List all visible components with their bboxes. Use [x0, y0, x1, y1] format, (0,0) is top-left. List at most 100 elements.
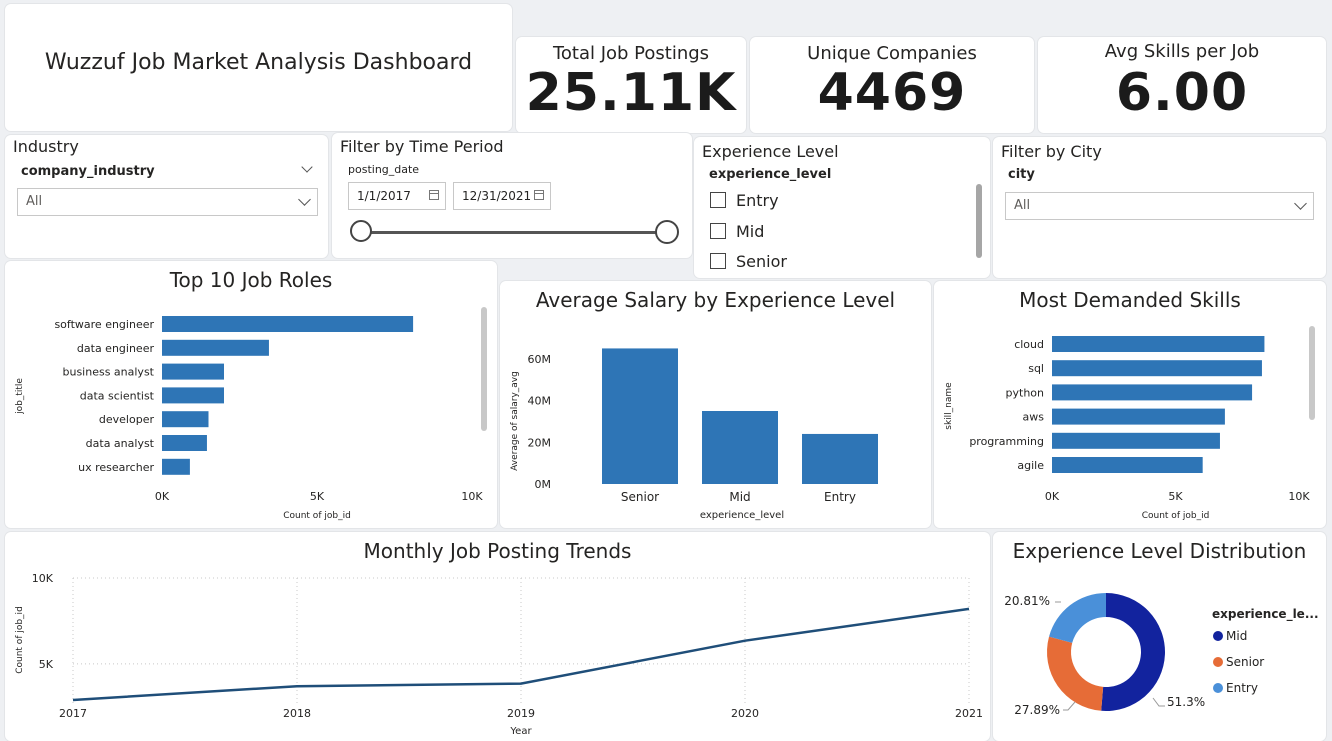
demanded-skills-plot: cloud sql python aws programming agile 0K 5K 10K… [944, 336, 1310, 521]
checkbox[interactable] [710, 223, 726, 239]
leader-line [1152, 697, 1165, 707]
kpi-label: Unique Companies [807, 43, 977, 64]
start-date-input[interactable]: 1/1/2017 [348, 182, 446, 210]
bar [162, 363, 224, 380]
legend-swatch [1213, 657, 1223, 667]
bar [1052, 432, 1220, 449]
y-axis-label: skill_name [944, 382, 954, 430]
x-tick-label: 2021 [955, 707, 983, 720]
y-tick-label: 0M [535, 478, 552, 491]
legend-swatch [1213, 631, 1223, 641]
category-label: data engineer [77, 342, 155, 355]
category-label: sql [1028, 362, 1044, 375]
kpi-value: 4469 [817, 63, 967, 123]
x-tick-label: 10K [461, 490, 483, 503]
legend-label: Senior [1226, 655, 1264, 669]
x-axis-label: Count of job_id [1142, 511, 1210, 521]
x-tick-label: 0K [155, 490, 170, 503]
chevron-down-icon[interactable] [301, 161, 313, 173]
industry-dropdown[interactable]: All [17, 188, 318, 216]
bar [802, 433, 878, 484]
x-axis-label: experience_level [700, 510, 784, 521]
bar [1052, 457, 1203, 473]
calendar-icon[interactable] [534, 190, 544, 200]
checkbox[interactable] [710, 253, 726, 269]
slicer-field-name: company_industry [21, 164, 155, 179]
calendar-icon[interactable] [429, 190, 439, 200]
category-label: python [1006, 386, 1045, 399]
experience-option-senior[interactable]: Senior [710, 252, 787, 271]
bar [162, 316, 414, 332]
data-label: 51.3% [1167, 695, 1205, 709]
experience-distribution-plot: 51.3% 27.89% 20.81% experience_le... Mid Seni… [1004, 593, 1319, 717]
category-label: aws [1023, 411, 1045, 424]
demanded-skills-chart: Most Demanded Skills cloud sql python aws pr… [934, 281, 1326, 528]
category-label: business analyst [62, 366, 154, 379]
category-label: agile [1017, 459, 1044, 472]
experience-option-mid[interactable]: Mid [710, 222, 764, 241]
end-date-input[interactable]: 12/31/2021 [453, 182, 551, 210]
chart-scrollbar[interactable] [481, 307, 487, 431]
x-tick-label: 2018 [283, 707, 311, 720]
option-label: Senior [736, 252, 787, 271]
kpi-label: Avg Skills per Job [1104, 41, 1260, 62]
y-axis-label: Average of salary_avg [510, 371, 520, 471]
donut-slice [1047, 636, 1104, 711]
city-dropdown[interactable]: All [1005, 192, 1314, 220]
bar [602, 348, 678, 484]
y-axis-label: job_title [15, 378, 25, 415]
x-tick-label: 5K [310, 490, 325, 503]
slicer-title: Filter by City [1001, 142, 1102, 161]
y-tick-label: 40M [528, 395, 552, 408]
avg-salary-plot: 0M 20M 40M 60M Senior Mid Entry experience_leve… [510, 348, 878, 521]
experience-level-slicer: Experience Level experience_level Entry … [694, 137, 990, 278]
range-slider-end-handle[interactable] [655, 220, 679, 244]
avg-salary-chart: Average Salary by Experience Level 0M 20M… [500, 281, 931, 528]
leader-line [1063, 701, 1076, 711]
y-tick-label: 5K [39, 658, 54, 671]
bar [1052, 384, 1253, 401]
end-date-value: 12/31/2021 [462, 189, 532, 203]
x-tick-label: 0K [1045, 490, 1060, 503]
experience-option-entry[interactable]: Entry [710, 191, 779, 210]
x-axis-label: Year [509, 726, 532, 737]
category-label: data analyst [86, 437, 155, 450]
checkbox[interactable] [710, 192, 726, 208]
slicer-title: Experience Level [702, 142, 839, 161]
bar [162, 387, 224, 404]
y-axis-label: Count of job_id [15, 606, 25, 674]
legend-title: experience_le... [1212, 607, 1319, 622]
experience-distribution-chart: Experience Level Distribution 51.3% 27.89… [993, 532, 1326, 741]
chevron-down-icon [298, 193, 311, 206]
chart-scrollbar[interactable] [1309, 326, 1315, 420]
slicer-title: Industry [13, 137, 79, 156]
kpi-card-avg-skills: Avg Skills per Job 6.00 [1038, 37, 1326, 133]
donut-slice [1049, 593, 1106, 643]
slicer-field-name: experience_level [709, 167, 832, 182]
x-tick-label: 10K [1288, 490, 1310, 503]
kpi-card-total-postings: Total Job Postings 25.11K [516, 37, 746, 133]
bar [1052, 360, 1262, 377]
slicer-scrollbar[interactable] [976, 184, 982, 258]
y-tick-label: 60M [528, 353, 552, 366]
date-range-track [362, 231, 668, 234]
x-axis-label: Count of job_id [283, 511, 351, 521]
x-tick-label: 5K [1168, 490, 1183, 503]
kpi-card-unique-companies: Unique Companies 4469 [750, 37, 1034, 133]
option-label: Entry [736, 191, 779, 210]
category-label: cloud [1014, 338, 1044, 351]
category-label: Entry [824, 490, 856, 504]
bar [162, 339, 269, 356]
legend-label: Entry [1226, 681, 1258, 695]
y-tick-label: 10K [32, 572, 54, 585]
range-slider-start-handle[interactable] [350, 220, 372, 242]
title-card: Wuzzuf Job Market Analysis Dashboard [5, 4, 512, 131]
start-date-value: 1/1/2017 [357, 189, 411, 203]
category-label: ux researcher [78, 461, 154, 474]
category-label: data scientist [80, 389, 155, 402]
legend-label: Mid [1226, 629, 1247, 643]
dropdown-value: All [1014, 198, 1031, 213]
category-label: developer [99, 413, 155, 426]
data-label: 20.81% [1004, 594, 1050, 608]
monthly-trends-chart: Monthly Job Posting Trends 5K 10K 2017 2018… [5, 532, 990, 741]
